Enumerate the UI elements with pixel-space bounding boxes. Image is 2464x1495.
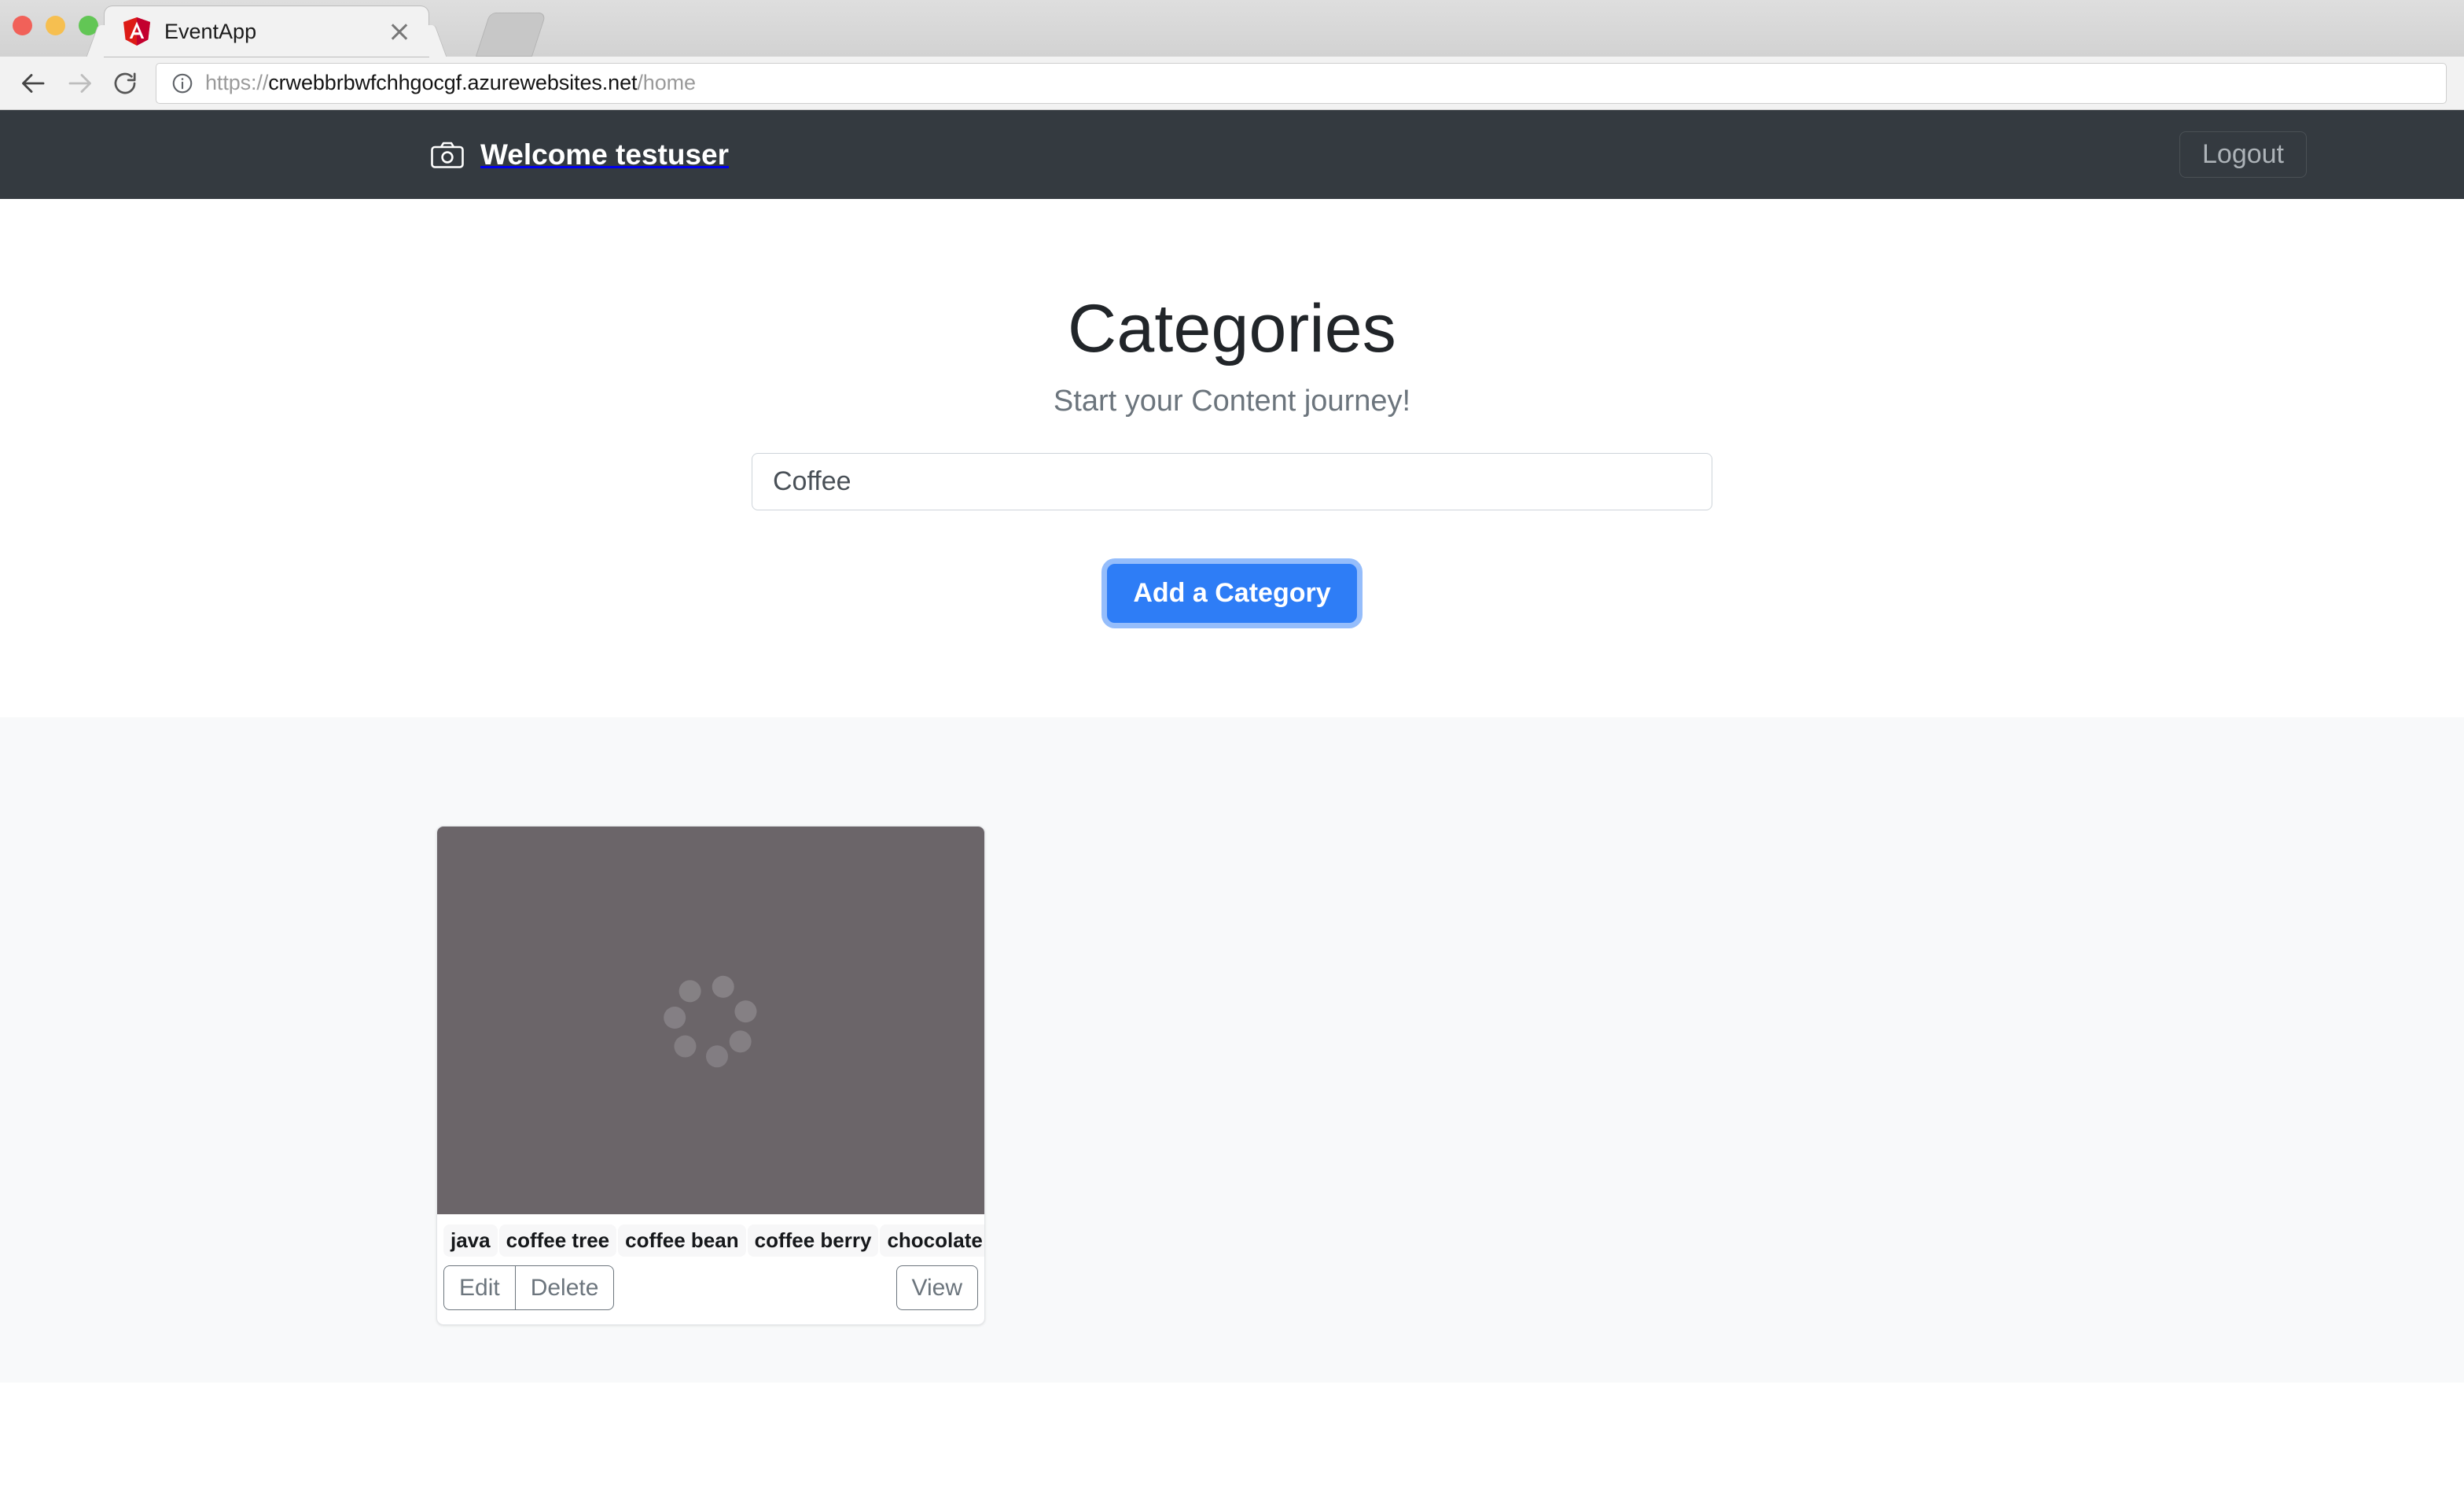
browser-tab-eventapp[interactable]: EventApp xyxy=(105,6,428,57)
app-navbar: Welcome testuser Logout xyxy=(0,110,2464,199)
window-minimize-button[interactable] xyxy=(46,16,65,35)
category-card-actions: Edit Delete View xyxy=(437,1265,984,1324)
url-bar[interactable]: https://crwebbrbwfchhgocgf.azurewebsites… xyxy=(156,62,2447,104)
url-scheme: https:// xyxy=(205,71,269,94)
tag-badge: coffee bean xyxy=(618,1224,746,1257)
categories-list-section: java coffee tree coffee bean coffee berr… xyxy=(0,717,2464,1383)
navbar-brand-text: Welcome testuser xyxy=(480,138,729,171)
tag-badge: coffee berry xyxy=(747,1224,879,1257)
browser-tab-title: EventApp xyxy=(164,19,257,43)
edit-button[interactable]: Edit xyxy=(443,1265,516,1311)
tag-badge: coffee tree xyxy=(498,1224,617,1257)
url-text: https://crwebbrbwfchhgocgf.azurewebsites… xyxy=(205,71,696,95)
browser-toolbar: https://crwebbrbwfchhgocgf.azurewebsites… xyxy=(0,57,2464,110)
loading-spinner-icon xyxy=(663,972,759,1070)
view-button[interactable]: View xyxy=(895,1265,978,1311)
hero-section: Categories Start your Content journey! A… xyxy=(0,199,2464,718)
reload-icon[interactable] xyxy=(102,61,148,106)
browser-tabstrip: EventApp xyxy=(0,0,2464,57)
camera-icon xyxy=(431,142,464,168)
back-arrow-icon[interactable] xyxy=(11,61,57,106)
category-name-input[interactable] xyxy=(752,453,1712,511)
tag-badge: chocolate xyxy=(880,1224,984,1257)
window-close-button[interactable] xyxy=(13,16,32,35)
category-card-image xyxy=(437,827,984,1215)
angular-logo-icon xyxy=(123,17,150,46)
category-card-tags: java coffee tree coffee bean coffee berr… xyxy=(437,1214,984,1265)
page-subtitle: Start your Content journey! xyxy=(1053,385,1411,418)
navbar-brand[interactable]: Welcome testuser xyxy=(431,138,729,171)
browser-chrome: EventApp https://crwebbrbwfchhgocgf.azur… xyxy=(0,0,2464,110)
edit-delete-button-group: Edit Delete xyxy=(443,1265,615,1311)
new-tab-icon[interactable] xyxy=(475,13,547,57)
url-host: crwebbrbwfchhgocgf.azurewebsites.net xyxy=(268,71,638,94)
info-circle-icon[interactable] xyxy=(171,72,194,95)
page-title: Categories xyxy=(1068,291,1396,366)
window-controls xyxy=(13,16,98,35)
add-category-button[interactable]: Add a Category xyxy=(1107,564,1357,624)
category-card: java coffee tree coffee bean coffee berr… xyxy=(436,826,985,1326)
add-category-row: Add a Category xyxy=(0,510,2464,624)
logout-button[interactable]: Logout xyxy=(2179,131,2307,178)
delete-button[interactable]: Delete xyxy=(515,1265,615,1311)
forward-arrow-icon xyxy=(57,61,102,106)
url-path: /home xyxy=(637,71,696,94)
tag-badge: java xyxy=(443,1224,498,1257)
close-icon[interactable] xyxy=(388,20,411,43)
